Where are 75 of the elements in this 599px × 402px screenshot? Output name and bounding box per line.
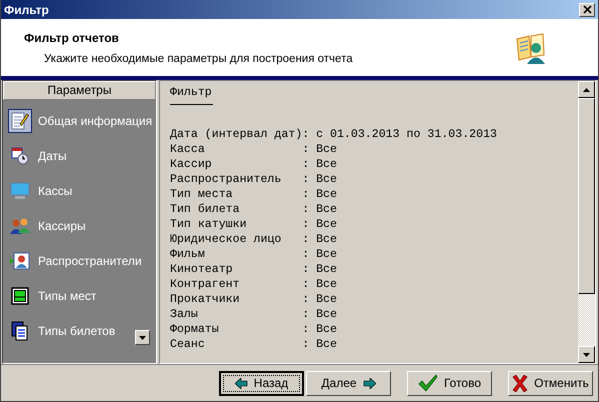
sidebar-item-label: Даты [38,148,67,162]
sidebar-item[interactable]: Типы мест [8,282,156,309]
filter-label: Тип билета [170,202,241,217]
left-arrow-icon [234,378,248,388]
sidebar-item[interactable]: Типы билетов [8,317,156,344]
filter-value: : Все [302,217,337,232]
sidebar-item-label: Кассы [38,184,72,198]
seat-square-icon [11,286,29,304]
checkmark-icon [418,374,438,392]
filter-value: : Все [302,247,337,262]
filter-label: Распространитель [170,172,282,187]
report-heading: Фильтр [170,85,212,100]
sidebar-item[interactable]: Распространители [8,247,156,274]
filter-value: : Все [302,307,337,322]
sidebar-header: Параметры [3,81,156,100]
scroll-up-button[interactable] [578,81,595,98]
sidebar-item[interactable]: Кассы [8,177,156,204]
close-icon [582,5,592,14]
filter-label: Фильм [170,247,206,262]
filter-label: Кинотеатр [170,262,234,277]
sidebar-item[interactable]: Общая информация [8,107,156,134]
filter-label: Кассир [170,157,213,172]
down-arrow-icon [583,352,590,356]
scroll-down-button[interactable] [135,330,150,345]
filter-label: Контрагент [170,277,241,292]
filter-label: Залы [170,307,199,322]
sidebar-item-label: Типы билетов [38,324,116,338]
scroll-thumb[interactable] [578,98,595,294]
sidebar-item[interactable]: Даты [8,142,156,169]
cross-icon [512,374,528,392]
filter-value: : Все [302,142,337,157]
calendar-clock-icon [11,146,29,164]
filter-label: Дата (интервал дат) [170,127,302,142]
filter-label: Форматы [170,322,220,337]
filter-value: : Все [302,232,337,247]
person-card-icon [10,250,30,270]
filter-value: : Все [302,322,337,337]
right-arrow-icon [362,378,376,388]
filter-label: Прокатчики [170,292,241,307]
filter-value: : Все [302,337,337,352]
people-icon [10,216,30,234]
filter-value: : Все [302,187,337,202]
filter-label: Тип места [170,187,234,202]
sidebar-item[interactable]: Кассиры [8,212,156,239]
cancel-button[interactable]: Отменить [508,370,593,396]
book-person-icon [514,30,548,64]
scroll-down-button[interactable] [578,346,595,363]
documents-icon [11,320,29,340]
filter-value: : с 01.03.2013 по 31.03.2013 [302,127,497,142]
done-button[interactable]: Готово [407,370,492,396]
header-subtitle: Укажите необходимые параметры для построения отчета [43,52,353,64]
sidebar-item-label: Типы мест [38,288,96,302]
close-button[interactable] [579,2,595,16]
monitor-icon [10,182,30,200]
filter-value: : Все [302,157,337,172]
filter-value: : Все [302,277,337,292]
scrollbar[interactable] [578,81,595,363]
filter-label: Тип катушки [170,217,248,232]
header-title: Фильтр отчетов [24,30,120,44]
filter-label: Касса [170,142,206,157]
sidebar-item-label: Общая информация [38,114,152,128]
notepad-pencil-icon [11,110,29,130]
filter-value: : Все [302,292,337,307]
back-button[interactable]: Назад [219,370,304,396]
sidebar-item-label: Кассиры [38,218,86,232]
sidebar-item-label: Распространители [38,254,142,268]
filter-value: : Все [302,202,337,217]
filter-value: : Все [302,262,337,277]
down-arrow-icon [139,336,146,340]
up-arrow-icon [583,88,590,92]
next-button[interactable]: Далее [306,370,391,396]
filter-label: Сеанс [170,337,206,352]
filter-label: Юридическое лицо [170,232,282,247]
window-title: Фильтр [4,2,49,16]
filter-value: : Все [302,172,337,187]
